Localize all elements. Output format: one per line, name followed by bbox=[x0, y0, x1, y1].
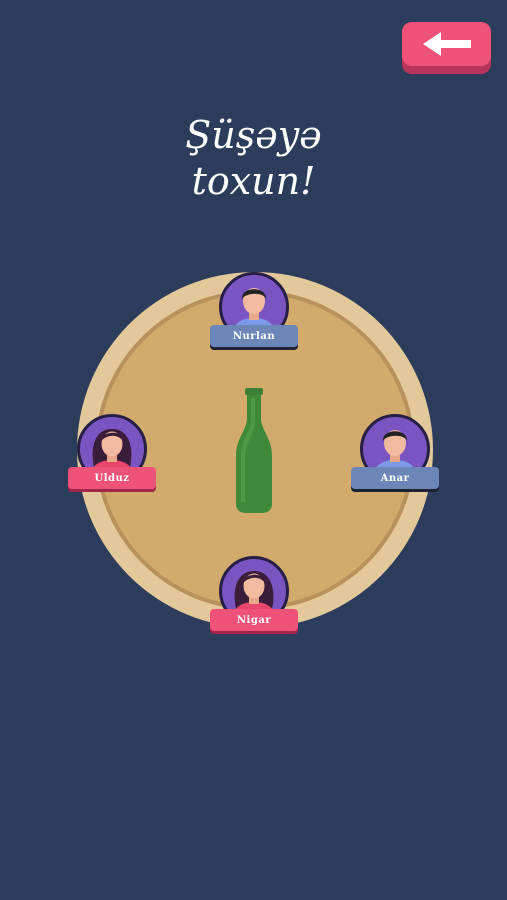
page-title: Şüşəyə toxun! bbox=[0, 112, 507, 204]
bottle[interactable] bbox=[226, 386, 282, 514]
back-button[interactable] bbox=[402, 22, 491, 74]
title-line-1: Şüşəyə bbox=[185, 113, 322, 157]
arrow-left-icon bbox=[422, 32, 471, 56]
player-name: Nurlan bbox=[210, 325, 298, 347]
title-line-2: toxun! bbox=[191, 159, 316, 203]
player-name: Nigar bbox=[210, 609, 298, 631]
bottle-icon bbox=[236, 388, 272, 513]
player-name: Ulduz bbox=[68, 467, 156, 489]
player-name: Anar bbox=[351, 467, 439, 489]
